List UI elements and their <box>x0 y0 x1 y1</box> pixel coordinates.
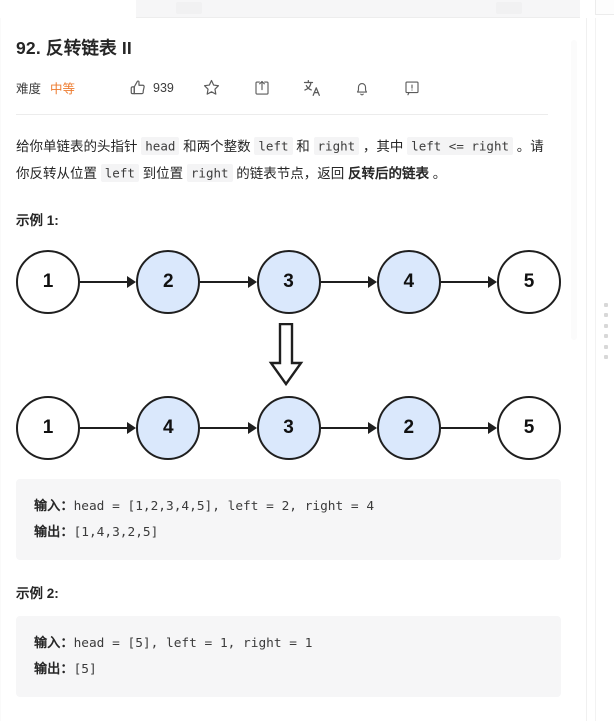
star-icon <box>202 78 221 97</box>
page-title: 92. 反转链表 II <box>16 38 132 58</box>
desc-text-6: 到位置 <box>138 165 187 181</box>
share-icon <box>253 79 271 97</box>
list-node: 1 <box>16 249 80 314</box>
linked-list-after: 1 4 3 2 5 <box>16 391 561 465</box>
desc-text-3: 和 <box>292 138 314 154</box>
link-arrow-icon <box>320 275 378 289</box>
like-button[interactable]: 939 <box>129 76 174 100</box>
list-node: 4 <box>376 249 441 314</box>
example-2-output-line: 输出：[5] <box>34 656 543 682</box>
list-node: 3 <box>256 249 321 314</box>
link-arrow-icon <box>200 275 257 289</box>
inline-code-head: head <box>141 137 180 155</box>
link-arrow-icon <box>200 421 257 435</box>
problem-description-panel: 92. 反转链表 II 难度 中等 939 给你单链表的头指针 head 和两个… <box>0 18 580 721</box>
chrome-ghost-left <box>176 2 202 14</box>
difficulty-badge: 中等 <box>50 82 76 96</box>
example-2-input-line: 输入：head = [5], left = 1, right = 1 <box>34 630 543 656</box>
like-count: 939 <box>153 80 174 95</box>
example-1-codeblock: 输入：head = [1,2,3,4,5], left = 2, right =… <box>16 478 561 560</box>
translate-icon <box>302 78 322 98</box>
example-2-heading: 示例 2: <box>16 585 59 601</box>
desc-text-4: ，其中 <box>359 138 408 154</box>
share-button[interactable] <box>250 76 274 100</box>
list-node: 2 <box>376 395 441 460</box>
report-icon <box>403 79 421 97</box>
list-node: 5 <box>497 249 561 314</box>
desc-text-2: 和两个整数 <box>179 138 255 154</box>
list-node: 5 <box>497 395 561 460</box>
meta-divider <box>16 113 548 115</box>
example-1-heading: 示例 1: <box>16 212 59 228</box>
panel-resize-handle[interactable] <box>600 300 611 362</box>
list-node: 4 <box>136 395 201 460</box>
scrollbar-thumb[interactable] <box>571 40 577 340</box>
bell-icon <box>353 79 371 97</box>
example-1-output-line: 输出：[1,4,3,2,5] <box>34 519 543 545</box>
handle-dot <box>603 313 608 318</box>
panel-left-edge <box>0 18 1 721</box>
list-node: 3 <box>256 395 321 460</box>
handle-dot <box>603 323 608 328</box>
desc-text-1: 给你单链表的头指针 <box>16 138 142 154</box>
inline-code-left: left <box>254 137 293 155</box>
linked-list-before: 1 2 3 4 5 <box>16 245 561 319</box>
handle-dot <box>603 303 608 307</box>
right-gutter <box>595 18 614 721</box>
bell-button[interactable] <box>350 76 374 100</box>
output-label: 输出： <box>34 660 74 676</box>
inline-code-constraint: left <= right <box>407 137 514 155</box>
example-1-input-line: 输入：head = [1,2,3,4,5], left = 2, right =… <box>34 493 543 519</box>
link-arrow-icon <box>80 421 137 435</box>
problem-description: 给你单链表的头指针 head 和两个整数 left 和 right ，其中 le… <box>16 133 552 187</box>
output-label: 输出： <box>34 523 74 539</box>
input-value: head = [1,2,3,4,5], left = 2, right = 4 <box>73 498 375 514</box>
linked-list-figure: 1 2 3 4 5 1 4 3 2 5 <box>16 245 561 465</box>
output-value: [5] <box>73 661 97 677</box>
down-arrow-icon <box>268 322 303 386</box>
desc-text-7: 的链表节点，返回 <box>232 165 349 181</box>
output-value: [1,4,3,2,5] <box>73 524 159 540</box>
input-label: 输入： <box>34 634 74 650</box>
input-value: head = [5], left = 1, right = 1 <box>73 635 313 651</box>
inline-code-right-2: right <box>186 164 233 182</box>
chrome-corner <box>595 0 614 15</box>
list-node: 1 <box>16 395 80 460</box>
chrome-ghost-right <box>496 2 522 14</box>
handle-dot <box>603 354 608 359</box>
translate-button[interactable] <box>300 76 324 100</box>
desc-bold-result: 反转后的链表 <box>348 165 430 181</box>
link-arrow-icon <box>320 421 378 435</box>
link-arrow-icon <box>440 275 498 289</box>
problem-action-bar: 939 <box>101 76 424 100</box>
input-label: 输入： <box>34 497 74 513</box>
example-2-codeblock: 输入：head = [5], left = 1, right = 1 输出：[5… <box>16 615 561 697</box>
report-button[interactable] <box>400 76 424 100</box>
desc-text-8: 。 <box>429 165 447 181</box>
list-node: 2 <box>136 249 201 314</box>
problem-content: 92. 反转链表 II 难度 中等 939 给你单链表的头指针 head 和两个… <box>0 36 580 697</box>
like-icon <box>129 79 147 97</box>
handle-dot <box>603 334 608 339</box>
handle-dot <box>603 344 608 349</box>
star-button[interactable] <box>200 76 224 100</box>
inline-code-left-2: left <box>100 164 139 182</box>
link-arrow-icon <box>440 421 498 435</box>
difficulty-label: 难度 <box>16 82 42 96</box>
problem-meta-row: 难度 中等 939 <box>16 75 564 101</box>
transform-arrow <box>10 319 561 391</box>
app-chrome-strip <box>136 0 580 18</box>
link-arrow-icon <box>80 275 137 289</box>
inline-code-right: right <box>313 137 360 155</box>
